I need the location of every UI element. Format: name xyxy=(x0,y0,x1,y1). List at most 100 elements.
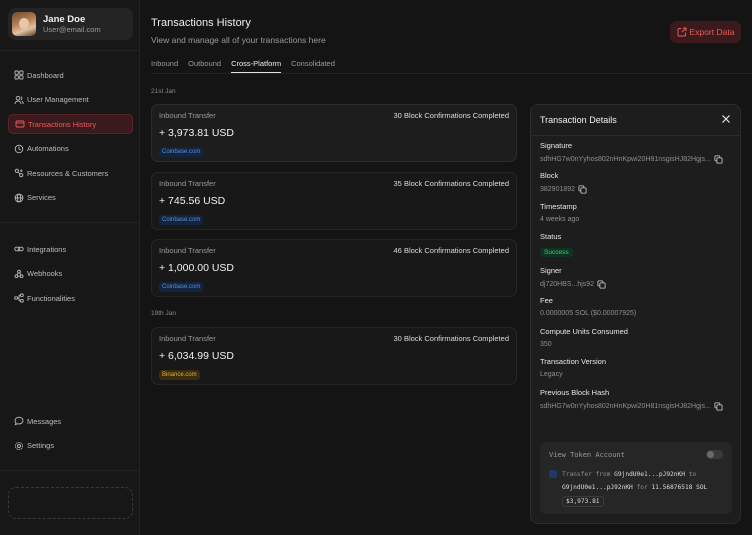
fee-value: 0.0000005 SOL ($0.00007925) xyxy=(540,310,637,317)
group-date: 21st Jan xyxy=(151,88,176,95)
user-email: User@email.com xyxy=(43,25,101,35)
transaction-type: Inbound Transfer xyxy=(159,334,216,343)
timestamp-field: Timestamp 4 weeks ago xyxy=(540,202,579,223)
signature-field: Signature sdhHG7w0nYyhos802nHnKpwi20H81n… xyxy=(540,141,723,164)
compute-units-value: 350 xyxy=(540,341,552,348)
link-icon xyxy=(14,246,24,252)
confirmations-text: 30 Block Confirmations Completed xyxy=(393,334,509,343)
transfer-line: G9jndU0e1...pJ92nKH for 11.56876518 SOL xyxy=(562,484,707,491)
tab-bar: Inbound Outbound Cross-Platform Consolid… xyxy=(151,59,335,73)
nav-bottom: Messages Settings xyxy=(8,411,133,460)
sidebar-item-label: Resources & Customers xyxy=(27,168,109,178)
transfer-from-word: Transfer from xyxy=(562,471,611,478)
token-account-label: View Token Account xyxy=(549,451,625,459)
transfer-from-address[interactable]: G9jndU0e1...pJ92nKH xyxy=(614,471,685,478)
transaction-amount: + 6,034.99 USD xyxy=(159,350,235,362)
transaction-type: Inbound Transfer xyxy=(159,246,216,255)
field-label: Previous Block Hash xyxy=(540,388,610,397)
signature-value: sdhHG7w0nYyhos802nHnKpwi20H81nsgisHJ82Hg… xyxy=(540,156,711,163)
token-account-box: View Token Account Transfer from G9jndU0… xyxy=(540,442,732,514)
transaction-card[interactable]: Inbound Transfer 35 Block Confirmations … xyxy=(151,172,517,230)
transaction-type: Inbound Transfer xyxy=(159,111,216,120)
sidebar-item-label: Integrations xyxy=(27,244,67,254)
sidebar-item-label: Webhooks xyxy=(27,269,63,279)
confirmations-text: 35 Block Confirmations Completed xyxy=(393,179,509,188)
copy-icon[interactable] xyxy=(597,280,606,289)
transaction-version-field: Transaction Version Legacy xyxy=(540,357,606,378)
tab-consolidated[interactable]: Consolidated xyxy=(291,59,335,73)
sidebar-item-transactions-history[interactable]: Transactions History xyxy=(8,114,133,135)
source-badge: Coinbase.com xyxy=(159,282,204,292)
tab-outbound[interactable]: Outbound xyxy=(188,59,221,73)
status-badge: Success xyxy=(540,248,573,257)
page-subtitle: View and manage all of your transactions… xyxy=(151,35,326,45)
chat-icon xyxy=(14,416,24,426)
previous-block-hash-field: Previous Block Hash sdhHG7w0nYyhos802nHn… xyxy=(540,388,723,411)
copy-icon[interactable] xyxy=(714,155,723,164)
panel-title: Transaction Details xyxy=(540,115,617,125)
sidebar-item-functionalities[interactable]: Functionalities xyxy=(8,288,133,308)
transaction-details-panel: Transaction Details Signature sdhHG7w0nY… xyxy=(530,104,741,524)
gear-icon xyxy=(14,441,24,450)
card-icon xyxy=(15,120,25,128)
transaction-version-value: Legacy xyxy=(540,371,563,378)
tab-inbound[interactable]: Inbound xyxy=(151,59,178,73)
sidebar-item-user-management[interactable]: User Management xyxy=(8,90,133,110)
source-badge: Coinbase.com xyxy=(159,215,204,225)
copy-icon[interactable] xyxy=(714,402,723,411)
divider xyxy=(0,50,140,51)
transaction-type: Inbound Transfer xyxy=(159,179,216,188)
grid-icon xyxy=(14,70,24,80)
block-field: Block 382901892 xyxy=(540,171,587,194)
sidebar-item-label: User Management xyxy=(27,95,89,105)
sidebar-item-automations[interactable]: Automations xyxy=(8,139,133,159)
resources-icon xyxy=(14,169,24,178)
sidebar-item-integrations[interactable]: Integrations xyxy=(8,239,133,259)
tab-cross-platform[interactable]: Cross-Platform xyxy=(231,59,282,73)
field-label: Status xyxy=(540,232,562,241)
export-data-button[interactable]: Export Data xyxy=(670,21,741,43)
compute-units-field: Compute Units Consumed 350 xyxy=(540,327,628,348)
transaction-card[interactable]: Inbound Transfer 30 Block Confirmations … xyxy=(151,327,517,385)
transfer-to-address[interactable]: G9jndU0e1...pJ92nKH xyxy=(562,484,633,491)
transaction-amount: + 745.56 USD xyxy=(159,195,226,207)
field-label: Block xyxy=(540,171,559,180)
fee-field: Fee 0.0000005 SOL ($0.00007925) xyxy=(540,296,636,317)
divider xyxy=(0,470,140,471)
divider xyxy=(0,222,140,223)
sidebar-item-label: Settings xyxy=(27,441,55,451)
field-label: Compute Units Consumed xyxy=(540,327,628,336)
export-icon xyxy=(677,27,687,37)
token-account-toggle[interactable] xyxy=(706,450,723,459)
sidebar-item-resources-customers[interactable]: Resources & Customers xyxy=(8,163,133,183)
globe-icon xyxy=(14,193,24,203)
empty-placeholder-box[interactable] xyxy=(8,487,133,519)
sidebar-item-label: Services xyxy=(27,193,56,203)
sidebar-item-label: Functionalities xyxy=(27,293,75,303)
sidebar-item-dashboard[interactable]: Dashboard xyxy=(8,65,133,85)
copy-icon[interactable] xyxy=(578,185,587,194)
sidebar-item-label: Messages xyxy=(27,416,62,426)
nav-secondary: Integrations Webhooks Functionalities xyxy=(8,239,133,313)
confirmations-text: 30 Block Confirmations Completed xyxy=(393,111,509,120)
transaction-amount: + 3,973.81 USD xyxy=(159,127,235,139)
webhook-icon xyxy=(14,269,24,278)
automation-icon xyxy=(14,144,24,154)
sidebar: Jane Doe User@email.com Dashboard User M… xyxy=(0,0,140,535)
transaction-card[interactable]: Inbound Transfer 30 Block Confirmations … xyxy=(151,104,517,162)
close-icon[interactable] xyxy=(721,114,731,124)
user-profile[interactable]: Jane Doe User@email.com xyxy=(8,8,133,40)
transaction-card[interactable]: Inbound Transfer 46 Block Confirmations … xyxy=(151,239,517,297)
status-field: Status Success xyxy=(540,232,573,259)
transfer-line: Transfer from G9jndU0e1...pJ92nKH to xyxy=(562,471,696,478)
transfer-to-word: to xyxy=(688,471,697,478)
sidebar-item-services[interactable]: Services xyxy=(8,188,133,208)
field-label: Fee xyxy=(540,296,553,305)
sidebar-item-settings[interactable]: Settings xyxy=(8,436,133,456)
group-date: 19th Jan xyxy=(151,310,176,317)
sidebar-item-messages[interactable]: Messages xyxy=(8,411,133,431)
sidebar-item-webhooks[interactable]: Webhooks xyxy=(8,264,133,284)
field-label: Timestamp xyxy=(540,202,577,211)
signer-field: Signer dj720HBS...hjs92 xyxy=(540,266,606,289)
users-icon xyxy=(14,95,24,104)
